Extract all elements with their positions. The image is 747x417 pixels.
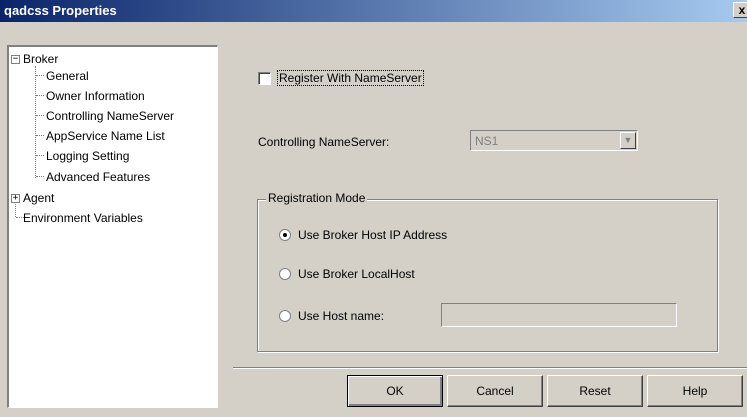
register-nameserver-text: Register With NameServer	[277, 70, 424, 86]
radio-host-name-label[interactable]: Use Host name:	[298, 309, 384, 323]
help-button[interactable]: Help	[647, 375, 743, 407]
tree-item-controlling-nameserver[interactable]: Controlling NameServer	[46, 109, 174, 123]
radio-broker-localhost[interactable]	[279, 268, 291, 280]
tree-item-broker[interactable]: Broker	[23, 52, 58, 66]
chevron-down-icon[interactable]: ▼	[620, 132, 636, 149]
expand-icon[interactable]: +	[11, 194, 20, 203]
radio-broker-host-ip[interactable]	[279, 229, 291, 241]
tree-guide-line	[35, 66, 36, 178]
tree-guide-line	[15, 204, 16, 217]
tree-item-general[interactable]: General	[46, 69, 89, 83]
register-nameserver-label[interactable]: Register With NameServer	[277, 70, 424, 86]
close-button[interactable]: x	[733, 2, 747, 18]
tree-item-agent[interactable]: Agent	[23, 191, 54, 205]
collapse-icon[interactable]: −	[11, 55, 20, 64]
tree-item-logging-setting[interactable]: Logging Setting	[46, 149, 129, 163]
tree-guide-line	[36, 115, 44, 116]
tree-guide-line	[36, 176, 44, 177]
tree-guide-line	[36, 155, 44, 156]
navigation-tree[interactable]: − Broker General Owner Information Contr…	[7, 45, 218, 408]
radio-broker-host-ip-label[interactable]: Use Broker Host IP Address	[298, 228, 447, 242]
register-nameserver-checkbox[interactable]	[258, 72, 271, 85]
reset-button[interactable]: Reset	[547, 375, 643, 407]
radio-broker-localhost-label[interactable]: Use Broker LocalHost	[298, 267, 415, 281]
button-separator	[233, 367, 747, 369]
controlling-nameserver-label: Controlling NameServer:	[258, 135, 390, 149]
title-bar: qadcss Properties x	[0, 0, 747, 22]
cancel-button[interactable]: Cancel	[447, 375, 543, 407]
window-title: qadcss Properties	[4, 3, 117, 18]
ok-button[interactable]: OK	[347, 375, 443, 407]
host-name-input[interactable]	[441, 303, 677, 327]
tree-guide-line	[36, 95, 44, 96]
controlling-nameserver-select[interactable]: NS1 ▼	[470, 130, 638, 151]
tree-guide-line	[36, 135, 44, 136]
registration-mode-title: Registration Mode	[266, 191, 368, 205]
tree-item-advanced-features[interactable]: Advanced Features	[46, 170, 150, 184]
controlling-nameserver-value: NS1	[475, 134, 499, 148]
tree-guide-line	[36, 75, 44, 76]
tree-item-environment-variables[interactable]: Environment Variables	[23, 211, 143, 225]
radio-host-name[interactable]	[279, 310, 291, 322]
tree-item-appservice-name-list[interactable]: AppService Name List	[46, 129, 165, 143]
tree-item-owner-information[interactable]: Owner Information	[46, 89, 145, 103]
